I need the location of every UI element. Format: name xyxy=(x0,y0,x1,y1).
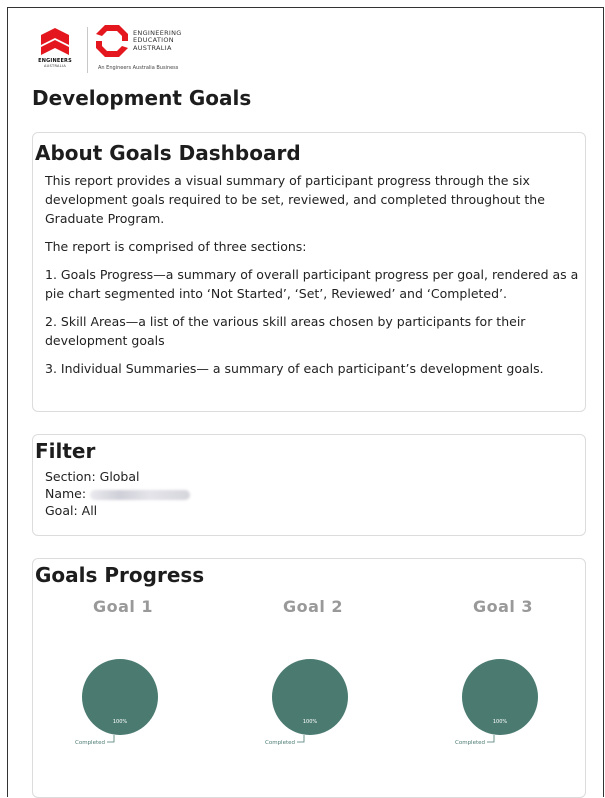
about-body: This report provides a visual summary of… xyxy=(45,171,579,387)
filter-goal: Goal: All xyxy=(45,503,98,518)
ee-line3: AUSTRALIA xyxy=(133,43,172,52)
about-card: About Goals Dashboard This report provid… xyxy=(32,132,586,412)
ee-tagline: An Engineers Australia Business xyxy=(98,65,179,71)
page-title: Development Goals xyxy=(32,86,252,110)
engineers-australia-emblem-icon xyxy=(41,28,69,55)
goal-2-chart: Goal 2 100% Completed xyxy=(233,597,393,746)
goal-1-title: Goal 1 xyxy=(92,597,154,616)
pie-slice-value-label: 100% xyxy=(303,719,318,725)
header-logos: ENGINEERS AUSTRALIA ENGINEERING EDUCATIO… xyxy=(25,23,182,79)
pie-leader-line xyxy=(297,735,305,743)
octagon-ring-icon xyxy=(96,25,128,57)
goal-1-chart: Goal 1 100% Completed xyxy=(43,597,203,746)
goal-2-pie: 100% Completed xyxy=(265,659,348,746)
filter-rows: Section: Global Name: Goal: All xyxy=(45,468,191,519)
about-paragraph-3: 1. Goals Progress—a summary of overall p… xyxy=(45,267,579,301)
pie-leader-line xyxy=(487,735,495,743)
engineering-education-australia-logo: ENGINEERING EDUCATION AUSTRALIA An Engin… xyxy=(94,23,182,71)
about-paragraph-5: 3. Individual Summaries— a summary of ea… xyxy=(45,361,544,376)
about-paragraph-2: The report is comprised of three section… xyxy=(45,239,307,254)
logo-divider xyxy=(87,27,88,73)
pie-category-label: Completed xyxy=(455,740,485,746)
goal-2-title: Goal 2 xyxy=(282,597,344,616)
pie-slice-value-label: 100% xyxy=(493,719,508,725)
about-paragraph-4: 2. Skill Areas—a list of the various ski… xyxy=(45,314,526,348)
ea-wordmark-sub: AUSTRALIA xyxy=(43,64,67,68)
goals-progress-card: Goals Progress Goal 1 100% Completed Goal 2… xyxy=(32,558,586,798)
filter-card: Filter Section: Global Name: Goal: All xyxy=(32,434,586,536)
filter-heading: Filter xyxy=(35,439,96,463)
goal-3-title: Goal 3 xyxy=(472,597,534,616)
goal-3-chart: Goal 3 100% Completed xyxy=(423,597,583,746)
goal-1-pie: 100% Completed xyxy=(75,659,158,746)
filter-section: Section: Global xyxy=(45,469,140,484)
redacted-name xyxy=(90,489,191,500)
pie-leader-line xyxy=(107,735,115,743)
filter-name-row: Name: xyxy=(45,485,191,502)
pie-category-label: Completed xyxy=(75,740,105,746)
goals-progress-heading: Goals Progress xyxy=(35,563,205,587)
pie-slice-value-label: 100% xyxy=(113,719,128,725)
pie-category-label: Completed xyxy=(265,740,295,746)
goal-3-pie: 100% Completed xyxy=(455,659,538,746)
engineers-australia-logo: ENGINEERS AUSTRALIA xyxy=(25,23,85,69)
filter-name-label: Name: xyxy=(45,486,87,501)
about-paragraph-1: This report provides a visual summary of… xyxy=(45,173,545,226)
about-heading: About Goals Dashboard xyxy=(35,141,301,165)
